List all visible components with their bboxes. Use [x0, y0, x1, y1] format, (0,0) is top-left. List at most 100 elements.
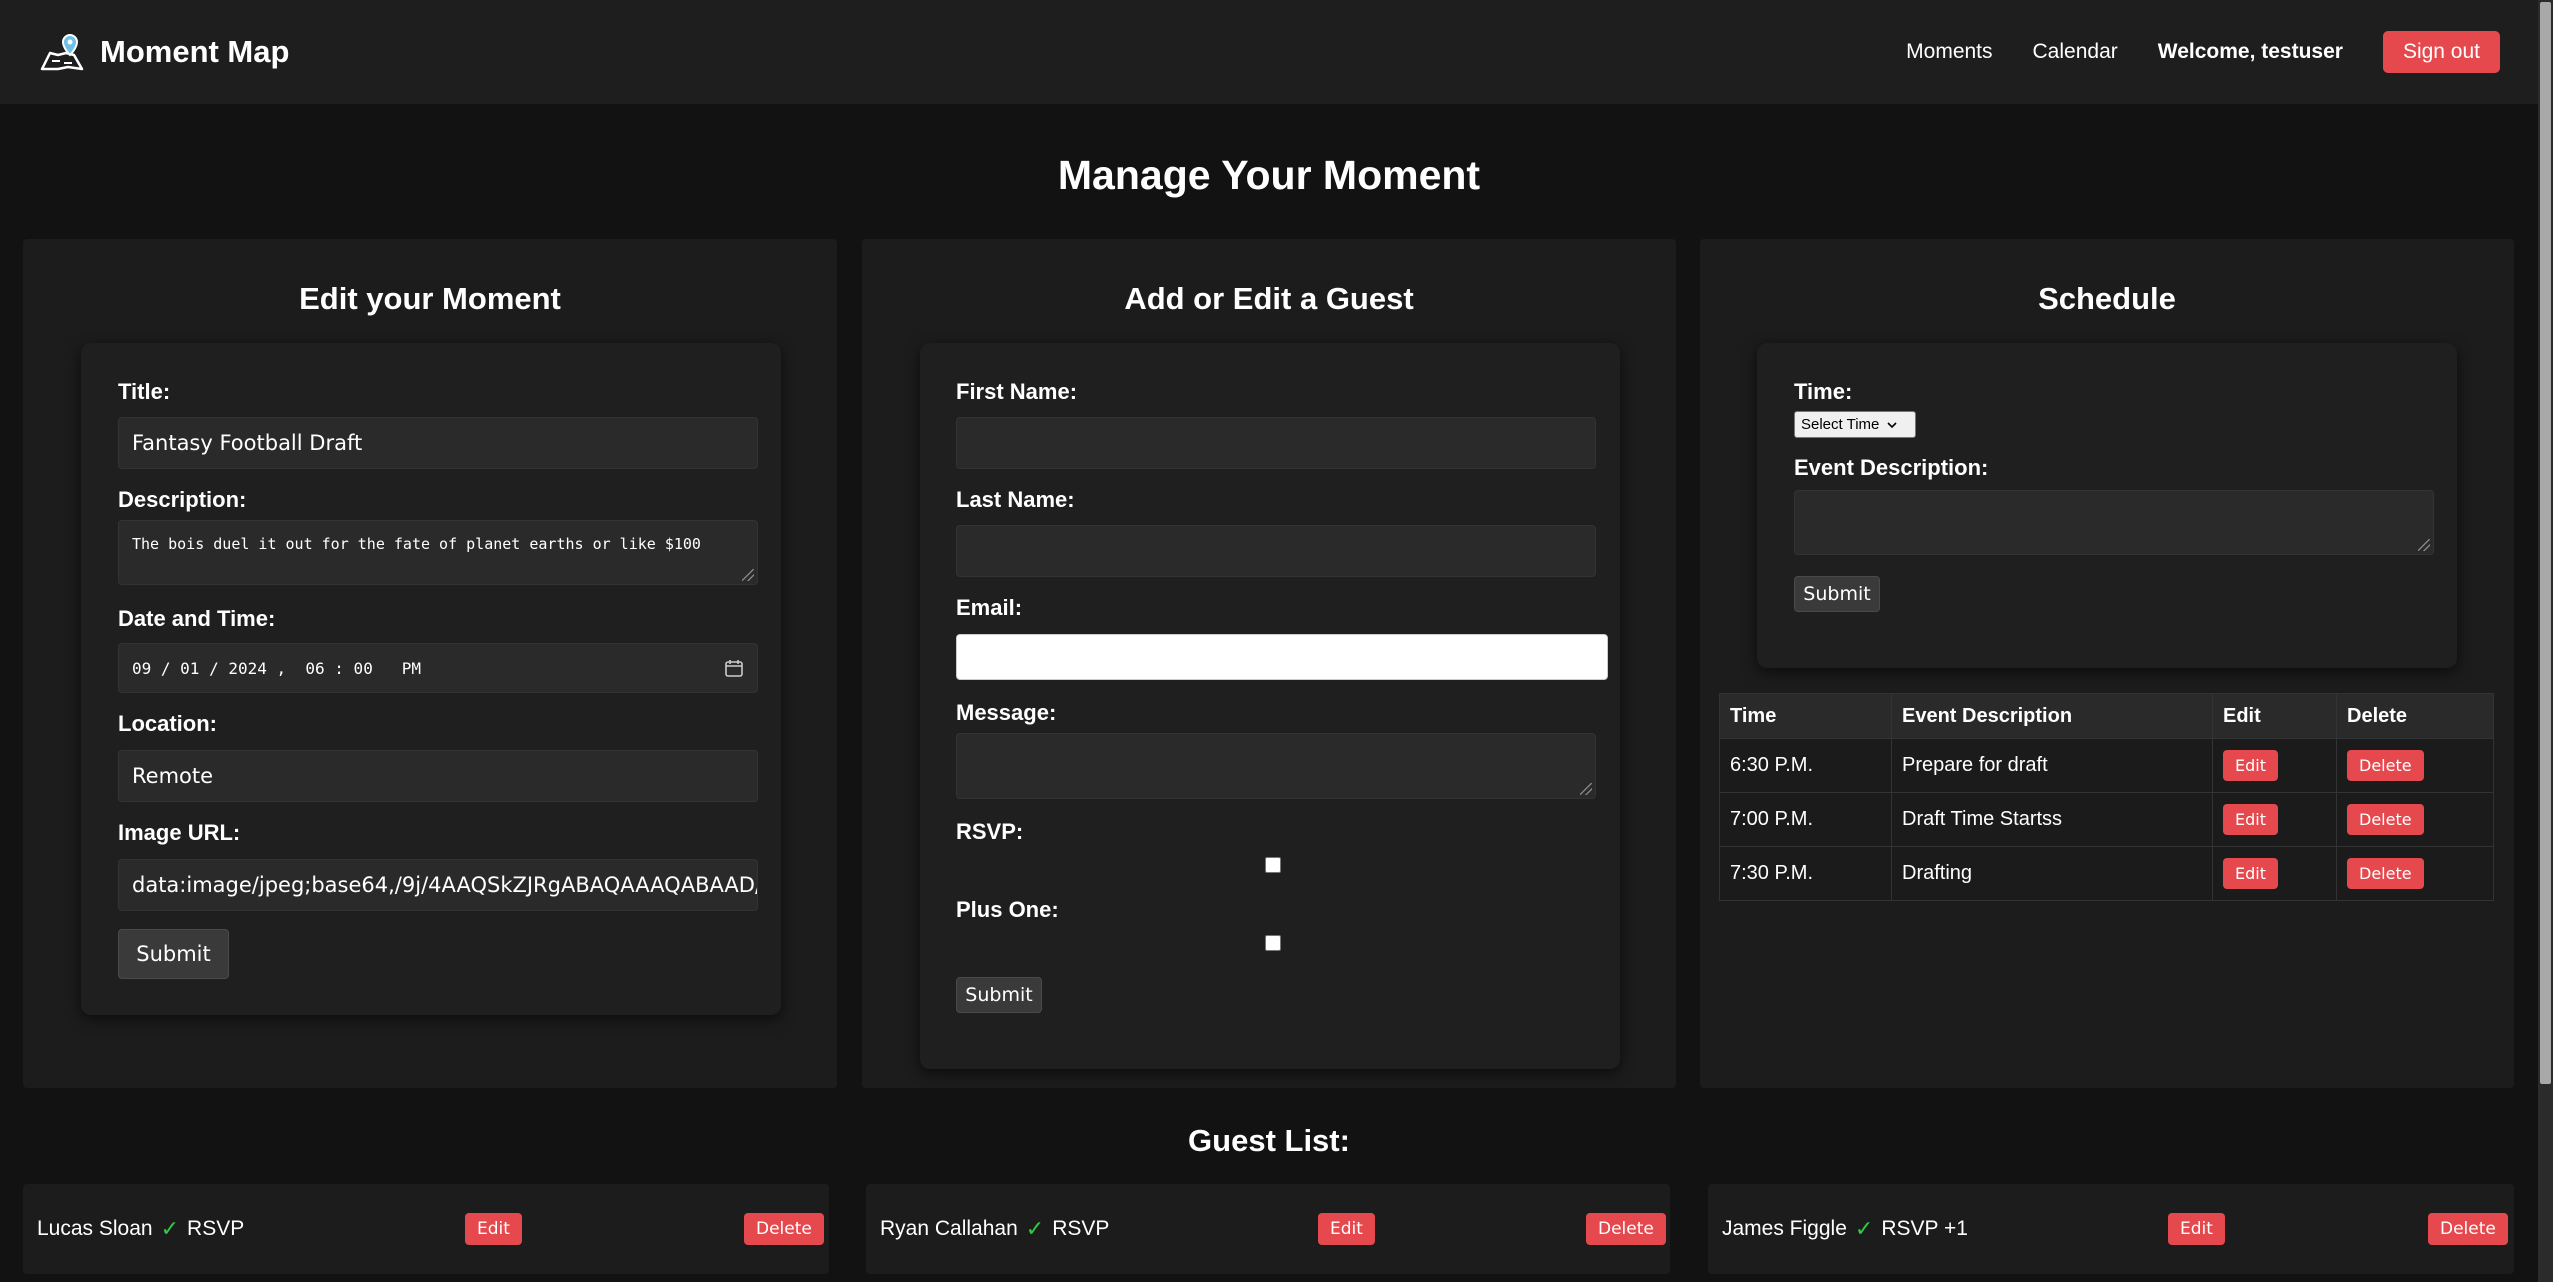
guest-delete-button[interactable]: Delete: [2428, 1213, 2508, 1245]
row-time: 6:30 P.M.: [1719, 738, 1892, 793]
image-url-input[interactable]: data:image/jpeg;base64,/9j/4AAQSkZJRgABA…: [118, 859, 758, 911]
calendar-icon[interactable]: [724, 658, 744, 678]
delete-button[interactable]: Delete: [2347, 750, 2424, 781]
map-pin-icon: [40, 33, 84, 71]
delete-cell: Delete: [2336, 738, 2494, 793]
edit-moment-submit-button[interactable]: Submit: [118, 929, 229, 979]
guest-edit-button[interactable]: Edit: [1318, 1213, 1375, 1245]
navbar: Moment Map Moments Calendar Welcome, tes…: [0, 0, 2538, 104]
table-row: 7:00 P.M. Draft Time Startss Edit Delete: [1719, 792, 2494, 847]
nav-link-calendar[interactable]: Calendar: [2033, 40, 2118, 64]
guest-status: RSVP: [1052, 1217, 1110, 1240]
last-name-input[interactable]: [956, 525, 1596, 577]
guest-name: Lucas Sloan: [37, 1217, 153, 1240]
panel-title: Schedule: [2038, 281, 2176, 316]
rsvp-checkbox[interactable]: [1265, 857, 1281, 873]
guest-list-title: Guest List:: [1188, 1123, 1350, 1158]
brand-name: Moment Map: [100, 34, 290, 69]
guest-card: Lucas Sloan ✓ RSVP Edit Delete: [23, 1184, 829, 1274]
resize-grip-icon[interactable]: [1580, 783, 1592, 795]
brand[interactable]: Moment Map: [38, 31, 289, 73]
delete-button[interactable]: Delete: [2347, 804, 2424, 835]
first-name-input[interactable]: [956, 417, 1596, 469]
edit-button[interactable]: Edit: [2223, 804, 2278, 835]
schedule-table: Time Event Description Edit Delete 6:30 …: [1719, 693, 2494, 901]
check-icon: ✓: [1025, 1216, 1045, 1241]
location-label: Location:: [118, 711, 217, 736]
datetime-input[interactable]: 09 / 01 / 2024 , 06 : 00 PM: [118, 643, 758, 693]
chevron-down-icon: [1887, 421, 1897, 428]
delete-cell: Delete: [2336, 792, 2494, 847]
welcome-text: Welcome, testuser: [2157, 40, 2343, 63]
guest-card: Ryan Callahan ✓ RSVP Edit Delete: [866, 1184, 1670, 1274]
description-value: The bois duel it out for the fate of pla…: [132, 535, 701, 553]
guest-edit-button[interactable]: Edit: [465, 1213, 522, 1245]
row-event: Prepare for draft: [1891, 738, 2213, 793]
email-label: Email:: [956, 595, 1023, 620]
resize-grip-icon[interactable]: [742, 569, 754, 581]
guest-name: James Figgle: [1722, 1217, 1847, 1240]
edit-cell: Edit: [2212, 792, 2337, 847]
edit-cell: Edit: [2212, 846, 2337, 901]
email-input[interactable]: [956, 634, 1608, 680]
scrollbar-thumb[interactable]: [2540, 2, 2551, 1084]
plus-one-checkbox[interactable]: [1265, 935, 1281, 951]
sign-out-button[interactable]: Sign out: [2382, 31, 2500, 73]
guest-edit-button[interactable]: Edit: [2168, 1213, 2225, 1245]
first-name-label: First Name:: [956, 379, 1078, 404]
time-label: Time:: [1794, 379, 1853, 404]
header-time: Time: [1719, 693, 1892, 739]
description-label: Description:: [118, 487, 247, 512]
guest-info: Ryan Callahan ✓ RSVP: [880, 1184, 1109, 1274]
description-textarea[interactable]: The bois duel it out for the fate of pla…: [118, 520, 758, 585]
row-time: 7:30 P.M.: [1719, 846, 1892, 901]
resize-grip-icon[interactable]: [2418, 539, 2430, 551]
last-name-label: Last Name:: [956, 487, 1075, 512]
page-title: Manage Your Moment: [1057, 152, 1481, 198]
guest-name: Ryan Callahan: [880, 1217, 1018, 1240]
panel-title: Edit your Moment: [299, 281, 561, 316]
delete-cell: Delete: [2336, 846, 2494, 901]
check-icon: ✓: [160, 1216, 180, 1241]
event-description-textarea[interactable]: [1794, 490, 2434, 555]
table-header-row: Time Event Description Edit Delete: [1719, 693, 2494, 739]
panel-title: Add or Edit a Guest: [1124, 281, 1414, 316]
header-edit: Edit: [2212, 693, 2337, 739]
datetime-label: Date and Time:: [118, 606, 276, 631]
title-input[interactable]: Fantasy Football Draft: [118, 417, 758, 469]
schedule-submit-button[interactable]: Submit: [1794, 576, 1880, 612]
message-textarea[interactable]: [956, 733, 1596, 799]
table-row: 6:30 P.M. Prepare for draft Edit Delete: [1719, 738, 2494, 793]
row-event: Drafting: [1891, 846, 2213, 901]
guest-status: RSVP +1: [1881, 1217, 1968, 1240]
guest-submit-button[interactable]: Submit: [956, 977, 1042, 1013]
delete-button[interactable]: Delete: [2347, 858, 2424, 889]
row-event: Draft Time Startss: [1891, 792, 2213, 847]
datetime-value: 09 / 01 / 2024 , 06 : 00 PM: [132, 658, 421, 678]
location-input[interactable]: Remote: [118, 750, 758, 802]
plus-one-label: Plus One:: [956, 897, 1059, 922]
table-row: 7:30 P.M. Drafting Edit Delete: [1719, 846, 2494, 901]
rsvp-label: RSVP:: [956, 819, 1024, 844]
time-select-value: Select Time: [1801, 416, 1880, 433]
event-description-label: Event Description:: [1794, 455, 1989, 480]
guest-card: James Figgle ✓ RSVP +1 Edit Delete: [1708, 1184, 2514, 1274]
check-icon: ✓: [1854, 1216, 1874, 1241]
guest-delete-button[interactable]: Delete: [744, 1213, 824, 1245]
guest-info: James Figgle ✓ RSVP +1: [1722, 1184, 1968, 1274]
nav-link-moments[interactable]: Moments: [1906, 40, 1992, 64]
edit-button[interactable]: Edit: [2223, 858, 2278, 889]
time-select[interactable]: Select Time: [1794, 411, 1916, 438]
message-label: Message:: [956, 700, 1057, 725]
image-url-label: Image URL:: [118, 820, 241, 845]
header-event: Event Description: [1891, 693, 2213, 739]
row-time: 7:00 P.M.: [1719, 792, 1892, 847]
nav-right: Moments Calendar Welcome, testuser Sign …: [1866, 31, 2500, 73]
edit-button[interactable]: Edit: [2223, 750, 2278, 781]
edit-cell: Edit: [2212, 738, 2337, 793]
header-delete: Delete: [2336, 693, 2494, 739]
guest-status: RSVP: [187, 1217, 245, 1240]
title-label: Title:: [118, 379, 171, 404]
guest-info: Lucas Sloan ✓ RSVP: [37, 1184, 244, 1274]
guest-delete-button[interactable]: Delete: [1586, 1213, 1666, 1245]
